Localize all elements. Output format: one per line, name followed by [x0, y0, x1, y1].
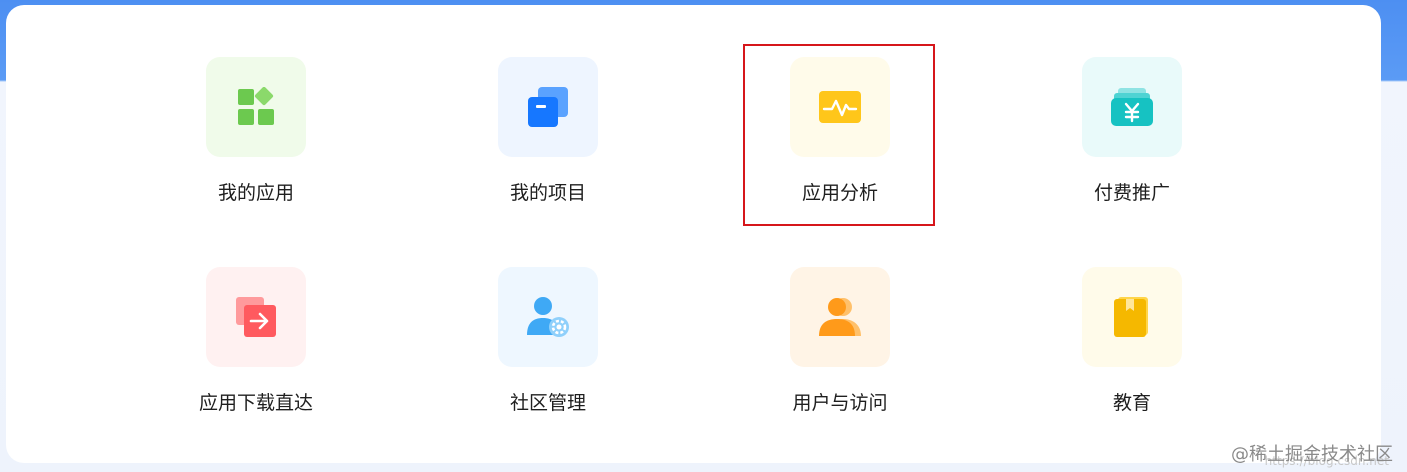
tile-label: 应用下载直达 [198, 392, 313, 414]
tile-app-download[interactable]: 应用下载直达 [156, 267, 356, 417]
tile-education[interactable]: 教育 [1032, 267, 1232, 417]
tile-label: 用户与访问 [792, 392, 888, 414]
tile-label: 我的应用 [217, 182, 294, 204]
tile-label: 社区管理 [509, 392, 586, 414]
tile-app-analytics[interactable]: 应用分析 [740, 57, 940, 207]
icon-container [498, 57, 598, 157]
paid-yen-icon [1111, 88, 1153, 126]
book-icon [1114, 297, 1148, 337]
icon-container [790, 267, 890, 367]
app-grid-icon [238, 87, 274, 125]
project-stack-icon [528, 87, 568, 127]
watermark: @稀土掘金技术社区 [1231, 444, 1393, 465]
user-access-icon [819, 298, 861, 336]
tile-my-apps[interactable]: 我的应用 [156, 57, 356, 207]
tile-my-projects[interactable]: 我的项目 [448, 57, 648, 207]
app-panel: 我的应用 我的项目 应用分析 付费推广 应用下载直达 社区管理 用户与访问 教育 [6, 5, 1381, 463]
tile-paid-promotion[interactable]: 付费推广 [1032, 57, 1232, 207]
analytics-pulse-icon [819, 91, 861, 123]
tile-label: 我的项目 [509, 182, 586, 204]
tile-label: 教育 [1112, 392, 1151, 414]
download-arrow-icon [236, 297, 276, 337]
tile-community-management[interactable]: 社区管理 [448, 267, 648, 417]
tile-users-access[interactable]: 用户与访问 [740, 267, 940, 417]
user-gear-icon [527, 297, 569, 337]
tile-label: 应用分析 [801, 182, 878, 204]
icon-container [1082, 57, 1182, 157]
icon-container [498, 267, 598, 367]
icon-container [206, 267, 306, 367]
icon-container [1082, 267, 1182, 367]
icon-container [790, 57, 890, 157]
tile-label: 付费推广 [1093, 182, 1170, 204]
icon-container [206, 57, 306, 157]
